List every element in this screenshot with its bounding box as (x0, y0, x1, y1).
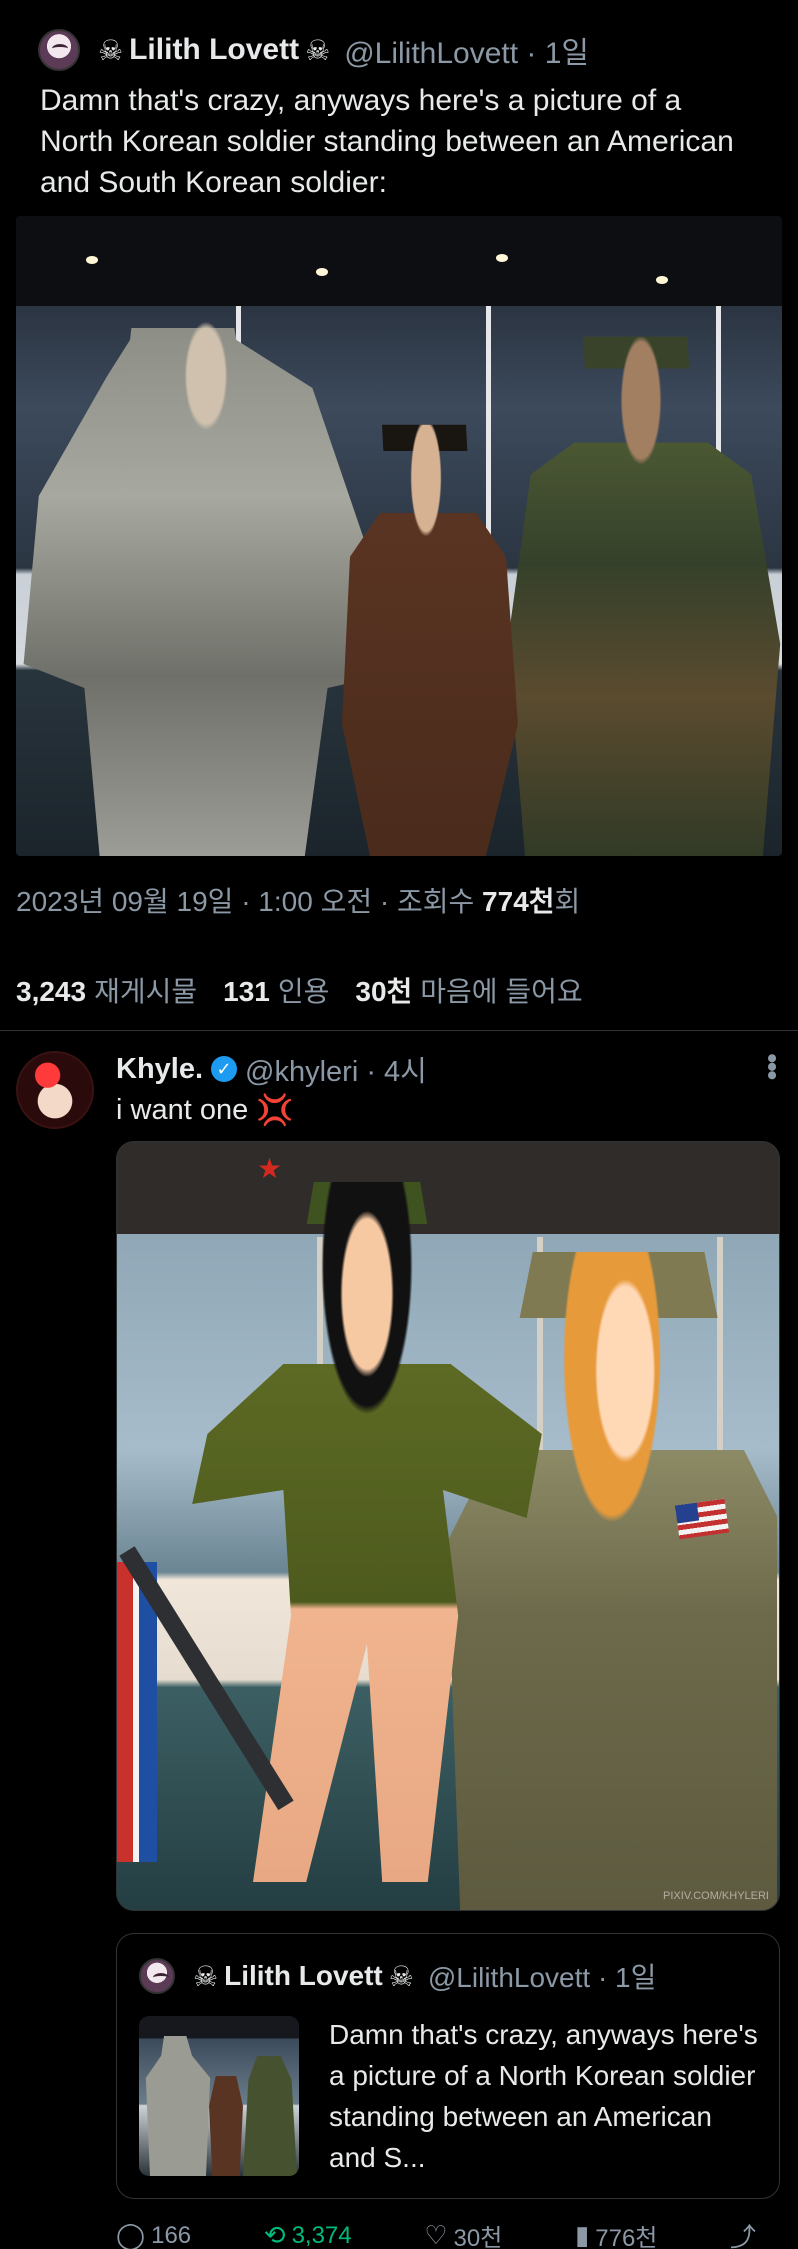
bar-chart-icon: ▮ (574, 2220, 590, 2249)
quotes-label: 인용 (277, 976, 330, 1007)
ceiling-light (86, 256, 98, 264)
handle-time[interactable]: @khyleri · 4시 (245, 1048, 427, 1090)
skull-icon: ☠ (98, 34, 124, 66)
reposts-label: 재게시물 (94, 976, 198, 1007)
views-button[interactable]: ▮ 776천 (575, 2218, 657, 2249)
image-watermark: PIXIV.COM/KHYLERI (663, 1890, 769, 1902)
quotes-stat[interactable]: 131 인용 (223, 970, 329, 1010)
timestamp-text: 2023년 09월 19일 · 1:00 오전 · 조회수 (16, 886, 475, 917)
reply-tweet[interactable]: Khyle. ✓ @khyleri · 4시 ••• i want one 💢 … (0, 1031, 798, 2249)
engagement-stats: 3,243 재게시물 131 인용 30천 마음에 들어요 (16, 970, 583, 1010)
reply-button[interactable]: ◯ 166 (116, 2220, 191, 2249)
handle-time: @LilithLovett · 1일 (427, 1962, 657, 1993)
repost-button[interactable]: ⟲ 3,374 (264, 2220, 352, 2249)
view-suffix: 회 (554, 886, 581, 917)
avatar[interactable] (38, 29, 80, 71)
share-icon: ⤴ (729, 2222, 756, 2249)
view-count: 776천 (595, 2225, 658, 2249)
skull-icon: ☠ (305, 34, 331, 66)
original-tweet[interactable]: ☠ Lilith Lovett ☠ @LilithLovett · 1일 Dam… (0, 0, 798, 1007)
like-button[interactable]: ♡ 30천 (424, 2218, 502, 2249)
heart-icon: ♡ (424, 2220, 448, 2249)
skull-icon: ☠ (193, 1960, 219, 1992)
tweet-text: Damn that's crazy, anyways here's a pict… (40, 84, 734, 199)
thumb-soldier (243, 2056, 297, 2176)
tweet-timestamp: 2023년 09월 19일 · 1:00 오전 · 조회수 774천회 (16, 880, 580, 920)
american-soldier (23, 274, 381, 856)
quoted-tweet[interactable]: ☠ Lilith Lovett ☠ @LilithLovett · 1일 Dam… (116, 1933, 780, 2199)
avatar (139, 1958, 175, 1994)
american-soldier-girl (447, 1252, 777, 1910)
likes-stat[interactable]: 30천 마음에 들어요 (355, 970, 582, 1010)
like-count: 30천 (453, 2225, 503, 2249)
ceiling-light (316, 268, 328, 276)
more-options-icon[interactable]: ••• (755, 1053, 788, 1079)
verified-badge-icon: ✓ (211, 1056, 238, 1082)
reply-header: Khyle. ✓ @khyleri · 4시 (116, 1049, 427, 1089)
avatar[interactable] (16, 1051, 94, 1129)
thumb-soldier (145, 2036, 211, 2176)
skull-icon: ☠ (388, 1960, 414, 1992)
original-tweet-header: ☠ Lilith Lovett ☠ @LilithLovett · 1일 (38, 28, 589, 72)
view-count: 774천 (482, 886, 555, 917)
ceiling-light (656, 276, 668, 284)
reposts-count: 3,243 (16, 976, 87, 1007)
likes-count: 30천 (355, 976, 413, 1007)
share-button[interactable]: ⤴ (730, 2217, 756, 2249)
anger-emoji-icon: 💢 (256, 1094, 294, 1127)
reply-icon: ◯ (116, 2220, 146, 2249)
north-korean-soldier (342, 424, 518, 856)
repost-icon: ⟲ (263, 2220, 286, 2249)
quoted-text: Damn that's crazy, anyways here's a pict… (329, 2019, 758, 2173)
action-bar: ◯ 166 ⟲ 3,374 ♡ 30천 ▮ 776천 ⤴ (116, 2217, 756, 2249)
repost-count: 3,374 (291, 2221, 352, 2249)
quoted-thumbnail (139, 2016, 299, 2176)
us-flag-patch (674, 1498, 730, 1540)
window-frame (486, 306, 491, 566)
display-name[interactable]: Khyle. (116, 1053, 203, 1086)
tweet-photo[interactable] (16, 216, 782, 856)
reply-count: 166 (151, 2221, 192, 2249)
tweet-text: i want one 💢 (116, 1093, 294, 1128)
red-star-icon: ★ (257, 1153, 283, 1184)
reposts-stat[interactable]: 3,243 재게시물 (16, 970, 197, 1010)
reply-text: i want one (116, 1094, 249, 1126)
handle-time[interactable]: @LilithLovett · 1일 (344, 28, 589, 72)
reply-image[interactable]: ★ PIXIV.COM/KHYLERI (116, 1141, 780, 1911)
quoted-tweet-header: ☠ Lilith Lovett ☠ @LilithLovett · 1일 (139, 1956, 656, 1996)
likes-label: 마음에 들어요 (420, 976, 583, 1007)
quotes-count: 131 (223, 976, 270, 1007)
south-korean-soldier (507, 336, 781, 856)
photo-ceiling (16, 216, 782, 306)
display-name: Lilith Lovett (224, 1960, 383, 1991)
display-name[interactable]: Lilith Lovett (129, 33, 299, 67)
thumb-soldier (209, 2076, 243, 2176)
ceiling-light (496, 254, 508, 262)
